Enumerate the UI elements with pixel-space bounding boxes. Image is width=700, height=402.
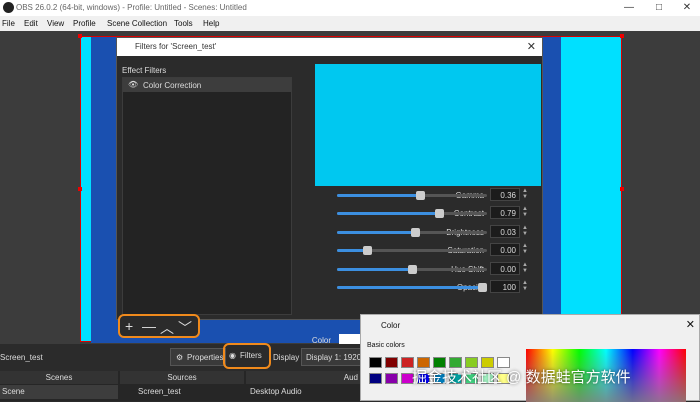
- menu-profile[interactable]: Profile: [73, 19, 96, 28]
- slider-knob[interactable]: [435, 209, 444, 219]
- color-swatch[interactable]: [385, 357, 398, 368]
- slider-knob[interactable]: [411, 227, 420, 237]
- obs-logo-icon: [3, 2, 14, 13]
- filter-list-toolbar: + — ︿ ﹀: [118, 314, 200, 338]
- sources-dock-header: Sources: [120, 371, 244, 384]
- filter-name: Color Correction: [143, 81, 202, 90]
- source-list-item[interactable]: Screen_test: [138, 385, 218, 399]
- slider-value[interactable]: 0.00: [490, 261, 520, 275]
- slider-track[interactable]: [337, 264, 487, 274]
- spinner-icon[interactable]: ▲ ▼: [522, 225, 530, 237]
- menu-scene-collection[interactable]: Scene Collection: [107, 19, 167, 28]
- color-swatch[interactable]: [385, 373, 398, 384]
- color-dialog-title: Color: [381, 321, 401, 330]
- slider-value[interactable]: 0.00: [490, 243, 520, 257]
- audio-dock-header: Aud: [246, 371, 360, 384]
- slider-fill: [337, 286, 487, 289]
- color-swatch[interactable]: [369, 373, 382, 384]
- slider-row-brightness: Brightness0.03▲▼: [287, 224, 592, 239]
- slider-track[interactable]: [337, 191, 487, 200]
- slider-fill: [337, 212, 439, 216]
- slider-knob[interactable]: [415, 191, 425, 200]
- resize-handle[interactable]: [620, 187, 624, 191]
- gear-icon: ⚙: [176, 353, 184, 362]
- filters-dialog: Filters for 'Screen_test' ✕ Effect Filte…: [116, 37, 543, 347]
- filter-icon: ◉: [229, 351, 236, 360]
- move-down-button[interactable]: ﹀: [178, 318, 192, 338]
- close-icon[interactable]: ✕: [676, 1, 698, 15]
- maximize-icon[interactable]: □: [648, 1, 670, 15]
- window-title: OBS 26.0.2 (64-bit, windows) - Profile: …: [16, 3, 247, 12]
- watermark: 掘金技术社区 @ 数据蛙官方软件: [412, 369, 631, 386]
- properties-label: Properties: [187, 353, 224, 362]
- add-filter-button[interactable]: +: [125, 318, 133, 334]
- slider-row-gamma: Gamma0.36▲▼: [287, 188, 592, 202]
- display-label: Display: [273, 353, 300, 362]
- close-icon[interactable]: ✕: [686, 318, 695, 331]
- selected-source-name: Screen_test: [0, 353, 43, 362]
- effect-filter-list[interactable]: 👁 Color Correction: [122, 77, 292, 315]
- slider-track[interactable]: [337, 283, 487, 292]
- audio-mixer-item: Desktop Audio: [250, 387, 302, 396]
- slider-fill: [337, 194, 420, 197]
- spinner-icon[interactable]: ▲ ▼: [522, 188, 530, 200]
- scene-list-item[interactable]: Scene: [0, 385, 118, 399]
- scenes-dock-header: Scenes: [0, 371, 118, 384]
- slider-row-saturation: Saturation0.00▲▼: [287, 243, 592, 257]
- color-dialog: Color ✕ Basic colors: [360, 314, 700, 402]
- slider-fill: [337, 230, 415, 234]
- basic-colors-label: Basic colors: [367, 342, 405, 349]
- eye-icon[interactable]: 👁: [128, 80, 138, 89]
- filters-button[interactable]: ◉ Filters: [223, 343, 271, 369]
- slider-value[interactable]: 0.79: [490, 206, 520, 220]
- properties-button[interactable]: ⚙ Properties: [170, 348, 226, 366]
- menu-help[interactable]: Help: [203, 19, 219, 28]
- slider-row-contrast: Contrast0.79▲▼: [287, 206, 592, 220]
- move-up-button[interactable]: ︿: [160, 318, 174, 338]
- audio-header: Aud: [343, 373, 358, 382]
- slider-track[interactable]: [337, 227, 487, 237]
- color-swatch[interactable]: [369, 357, 382, 368]
- preview-thumbnail: [315, 64, 541, 186]
- slider-knob[interactable]: [408, 264, 417, 274]
- slider-knob[interactable]: [478, 283, 487, 292]
- slider-value[interactable]: 0.03: [490, 224, 520, 238]
- slider-value[interactable]: 0.36: [490, 188, 520, 201]
- slider-row-hue-shift: Hue Shift0.00▲▼: [287, 261, 592, 276]
- slider-knob[interactable]: [363, 246, 372, 256]
- filters-dialog-title-bar: Filters for 'Screen_test' ✕: [117, 38, 542, 56]
- filter-preview: [315, 64, 541, 186]
- spinner-icon[interactable]: ▲ ▼: [522, 243, 530, 255]
- resize-handle[interactable]: [78, 187, 82, 191]
- menu-file[interactable]: File: [2, 19, 15, 28]
- minimize-icon[interactable]: —: [618, 1, 640, 15]
- spinner-icon[interactable]: ▲ ▼: [522, 262, 530, 274]
- menu-edit[interactable]: Edit: [24, 19, 38, 28]
- menu-bar: File Edit View Profile Scene Collection …: [0, 16, 700, 31]
- filters-dialog-title: Filters for 'Screen_test': [135, 42, 217, 51]
- slider-value[interactable]: 100: [490, 280, 520, 293]
- menu-tools[interactable]: Tools: [174, 19, 193, 28]
- menu-view[interactable]: View: [47, 19, 64, 28]
- spinner-icon[interactable]: ▲ ▼: [522, 206, 530, 218]
- effect-filters-label: Effect Filters: [122, 66, 167, 75]
- title-bar: OBS 26.0.2 (64-bit, windows) - Profile: …: [0, 0, 700, 16]
- scenes-header: Scenes: [45, 373, 73, 382]
- sources-header: Sources: [167, 373, 197, 382]
- slider-fill: [337, 267, 412, 271]
- resize-handle[interactable]: [620, 34, 624, 38]
- slider-track[interactable]: [337, 209, 487, 219]
- resize-handle[interactable]: [78, 34, 82, 38]
- remove-filter-button[interactable]: —: [142, 318, 156, 334]
- slider-track[interactable]: [337, 246, 487, 256]
- display-select[interactable]: Display 1: 1920x1: [301, 348, 363, 366]
- filters-label: Filters: [240, 351, 262, 360]
- list-item[interactable]: 👁 Color Correction: [123, 78, 291, 92]
- slider-row-opacity: Opacity100▲▼: [287, 280, 592, 294]
- close-icon[interactable]: ✕: [527, 40, 536, 53]
- spinner-icon[interactable]: ▲ ▼: [522, 280, 530, 292]
